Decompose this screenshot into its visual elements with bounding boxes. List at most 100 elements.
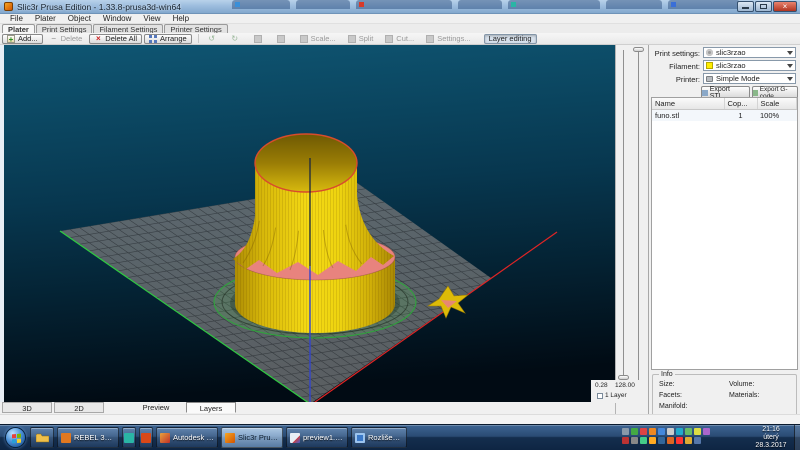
- display-icon: [355, 433, 365, 443]
- rotate-45-icon: [277, 35, 285, 43]
- column-copies: Cop...: [724, 98, 757, 110]
- tab-filament-settings[interactable]: Filament Settings: [93, 24, 163, 33]
- tray-icon[interactable]: [631, 428, 638, 435]
- maximize-button[interactable]: [755, 1, 772, 12]
- tab-plater[interactable]: Plater: [2, 24, 35, 33]
- menu-item-help[interactable]: Help: [167, 14, 195, 23]
- menu-item-file[interactable]: File: [4, 14, 29, 23]
- cut-button[interactable]: Cut...: [380, 34, 419, 44]
- tray-icon[interactable]: [631, 437, 638, 444]
- layer-editing-button[interactable]: Layer editing: [484, 34, 537, 44]
- start-button[interactable]: [5, 427, 26, 448]
- close-button[interactable]: ×: [773, 1, 797, 12]
- taskbar-button-small-1[interactable]: [122, 427, 136, 448]
- delete-icon: −: [50, 35, 58, 43]
- printer-select[interactable]: Simple Mode: [703, 73, 796, 84]
- background-window-tab: [356, 0, 452, 9]
- tray-icon[interactable]: [694, 437, 701, 444]
- tray-icon[interactable]: [649, 428, 656, 435]
- clock-day: úterý: [748, 434, 794, 442]
- rotate-45-button[interactable]: [272, 34, 293, 44]
- add-icon: +: [7, 35, 15, 43]
- slic3r-icon: [225, 433, 235, 443]
- maximize-icon: [760, 4, 767, 9]
- menu-item-window[interactable]: Window: [97, 14, 137, 23]
- scale-button[interactable]: Scale...: [295, 34, 341, 44]
- title-bar[interactable]: Slic3r Prusa Edition - 1.33.8-prusa3d-wi…: [0, 0, 800, 14]
- tray-icon[interactable]: [640, 437, 647, 444]
- info-volume-label: Volume:: [729, 381, 754, 388]
- tab-print-settings[interactable]: Print Settings: [36, 24, 93, 33]
- tray-icon[interactable]: [685, 428, 692, 435]
- taskbar: REBEL 3D - Odeslat o... Autodesk Invento…: [0, 424, 800, 450]
- menu-item-object[interactable]: Object: [62, 14, 97, 23]
- tray-icon[interactable]: [703, 428, 710, 435]
- background-window-tab: [232, 0, 290, 9]
- tray-icon[interactable]: [622, 428, 629, 435]
- viewport-3d[interactable]: [4, 45, 615, 402]
- status-bar: [0, 414, 800, 424]
- folder-icon: [36, 433, 49, 443]
- windows-logo-icon: [12, 434, 21, 444]
- tray-icon[interactable]: [649, 437, 656, 444]
- tray-icon[interactable]: [676, 428, 683, 435]
- right-panel: Print settings: slic3rzao Filament: slic…: [648, 45, 800, 424]
- layer-slider-track-min[interactable]: [623, 50, 624, 380]
- tab-3d[interactable]: 3D: [2, 402, 52, 413]
- taskbar-button-display-settings[interactable]: Rozlišení zobrazení: [351, 427, 407, 448]
- layer-slider-track-max[interactable]: [638, 50, 639, 380]
- split-button[interactable]: Split: [343, 34, 379, 44]
- tray-icon[interactable]: [658, 437, 665, 444]
- taskbar-button-rebel3d[interactable]: REBEL 3D - Odeslat o...: [57, 427, 119, 448]
- object-list[interactable]: Name Cop... Scale funo.stl 1 100%: [651, 97, 798, 370]
- tray-icon[interactable]: [640, 428, 647, 435]
- filament-select[interactable]: slic3rzao: [703, 60, 796, 71]
- background-window-tab: [508, 0, 600, 9]
- table-row[interactable]: funo.stl 1 100%: [652, 110, 797, 122]
- settings-button[interactable]: Settings...: [421, 34, 475, 44]
- add-button[interactable]: +Add...: [2, 34, 43, 44]
- layer-max-value: 128.00: [615, 382, 635, 389]
- tray-icon[interactable]: [676, 437, 683, 444]
- print-settings-select[interactable]: slic3rzao: [703, 47, 796, 58]
- column-scale: Scale: [757, 98, 797, 110]
- tab-layers[interactable]: Layers: [186, 402, 236, 413]
- delete-all-button[interactable]: ×Delete All: [89, 34, 142, 44]
- one-layer-label: 1 Layer: [605, 392, 627, 399]
- rotate-ccw-button[interactable]: ↺: [203, 34, 224, 44]
- tab-preview[interactable]: Preview: [130, 402, 182, 413]
- menu-item-plater[interactable]: Plater: [29, 14, 62, 23]
- one-layer-checkbox[interactable]: [597, 393, 603, 399]
- taskbar-button-slic3r[interactable]: Slic3r Prusa Edition - ...: [221, 427, 283, 448]
- view-tab-bar: 3D 2D Preview Layers: [0, 402, 615, 414]
- object-scale-cell: 100%: [757, 110, 797, 122]
- tray-icon[interactable]: [658, 428, 665, 435]
- tray-icon[interactable]: [667, 437, 674, 444]
- taskbar-button-inventor[interactable]: Autodesk Inventor Pr...: [156, 427, 218, 448]
- arrange-button[interactable]: Arrange: [144, 34, 192, 44]
- system-tray: [622, 428, 746, 446]
- tab-2d[interactable]: 2D: [54, 402, 104, 413]
- explorer-taskbar-button[interactable]: [30, 427, 54, 448]
- rotate-cw-button[interactable]: ↻: [226, 34, 247, 44]
- inventor-icon: [160, 433, 170, 443]
- show-desktop-button[interactable]: [794, 425, 800, 450]
- scale-icon: [300, 35, 308, 43]
- tray-icon[interactable]: [694, 428, 701, 435]
- menu-item-view[interactable]: View: [137, 14, 166, 23]
- info-title: Info: [659, 371, 675, 378]
- layer-slider-strip: [615, 45, 648, 424]
- tray-icon[interactable]: [667, 428, 674, 435]
- tray-icon[interactable]: [622, 437, 629, 444]
- delete-button[interactable]: −Delete: [45, 34, 88, 44]
- minimize-button[interactable]: [737, 1, 754, 12]
- settings-icon: [426, 35, 434, 43]
- tray-icon[interactable]: [685, 437, 692, 444]
- taskbar-button-paint[interactable]: preview1.jpg - Malov...: [286, 427, 348, 448]
- taskbar-button-small-2[interactable]: [139, 427, 153, 448]
- taskbar-clock[interactable]: 21:16 úterý 28.3.2017: [748, 426, 794, 450]
- layer-slider-handle-max[interactable]: [633, 47, 644, 52]
- tab-printer-settings[interactable]: Printer Settings: [164, 24, 227, 33]
- mirror-button[interactable]: [249, 34, 270, 44]
- object-name-cell: funo.stl: [652, 110, 724, 122]
